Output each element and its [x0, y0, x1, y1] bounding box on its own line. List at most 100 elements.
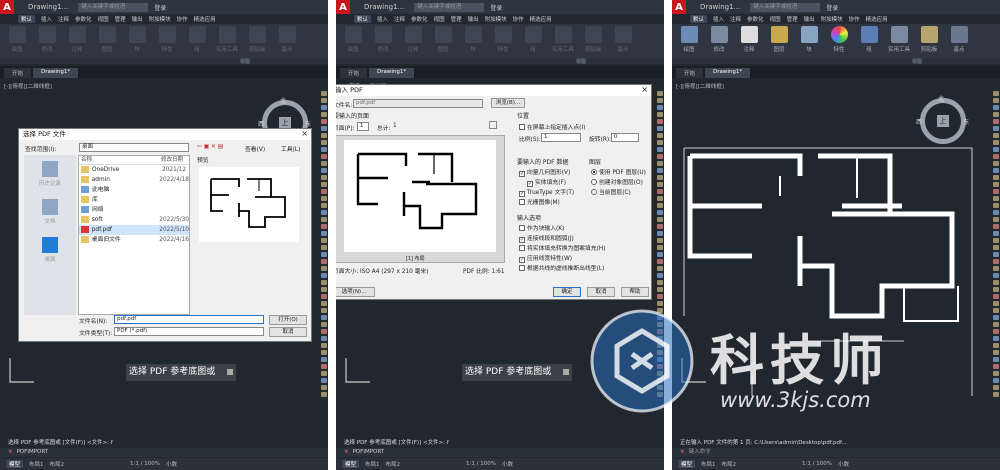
command-line[interactable]: × 键入命令 — [672, 448, 1000, 457]
ribbon-draw[interactable]: 绘图 — [4, 26, 30, 62]
ribbon-clipboard[interactable]: 剪贴板 — [580, 26, 606, 62]
tools-button[interactable]: 工具(L) — [281, 144, 300, 153]
tab-apps[interactable]: 精选应用 — [530, 15, 552, 23]
tab-annotate[interactable]: 注释 — [394, 15, 405, 23]
tab-view[interactable]: 视图 — [434, 15, 445, 23]
tab-collab[interactable]: 协作 — [177, 15, 188, 23]
tab-default[interactable]: 默认 — [18, 15, 36, 23]
solid-fill-checkbox[interactable]: ✓ 实体填充(F) — [527, 177, 566, 187]
ribbon-utilities[interactable]: 实用工具 — [886, 26, 912, 62]
use-pdf-layers-radio[interactable]: 使用 PDF 图层(U) — [591, 167, 646, 176]
close-icon[interactable]: × — [641, 85, 648, 94]
tab-parametric[interactable]: 参数化 — [411, 15, 428, 23]
cancel-button[interactable]: 取消 — [269, 327, 307, 337]
layout2-tab[interactable]: 布局2 — [50, 460, 65, 468]
tab-output[interactable]: 输出 — [132, 15, 143, 23]
ribbon-utilities[interactable]: 实用工具 — [214, 26, 240, 62]
tab-drawing1[interactable]: Drawing1* — [33, 68, 79, 78]
tab-default[interactable]: 默认 — [690, 15, 708, 23]
apply-lineweight-checkbox[interactable]: ✓ 应用线宽特性(W) — [519, 253, 572, 263]
close-icon[interactable]: × — [8, 449, 13, 455]
create-object-layers-radio[interactable]: 创建对象图层(O) — [591, 177, 643, 186]
ribbon-clipboard[interactable]: 剪贴板 — [916, 26, 942, 62]
grid-view-icon[interactable] — [489, 121, 497, 129]
filetype-select[interactable]: PDF (*.pdf) — [114, 327, 264, 336]
list-item[interactable]: soft 2022/5/30 — [79, 215, 189, 225]
ribbon-utilities[interactable]: 实用工具 — [550, 26, 576, 62]
ribbon-properties[interactable]: 特性 — [490, 26, 516, 62]
join-segments-checkbox[interactable]: ✓ 连接线段和圆弧(J) — [519, 233, 574, 243]
ribbon-basepoint[interactable]: 基点 — [946, 26, 972, 62]
tab-annotate[interactable]: 注释 — [58, 15, 69, 23]
layout1-tab[interactable]: 布局1 — [29, 460, 44, 468]
tab-apps[interactable]: 精选应用 — [866, 15, 888, 23]
list-item[interactable]: 网络 — [79, 205, 189, 215]
model-tab[interactable]: 模型 — [678, 460, 696, 468]
model-tab[interactable]: 模型 — [6, 460, 24, 468]
list-item[interactable]: 此电脑 — [79, 185, 189, 195]
views-button[interactable]: 查看(V) — [245, 144, 265, 153]
place-documents[interactable]: 文档 — [30, 199, 70, 225]
list-item[interactable]: OneDrive 2021/12 — [79, 165, 189, 175]
place-desktop[interactable]: 桌面 — [30, 237, 70, 263]
tab-insert[interactable]: 插入 — [377, 15, 388, 23]
layout2-tab[interactable]: 布局2 — [386, 460, 401, 468]
units-readout[interactable]: 小数 — [502, 460, 513, 468]
ribbon-properties[interactable]: 特性 — [826, 26, 852, 62]
tab-default[interactable]: 默认 — [354, 15, 372, 23]
lookin-select[interactable]: 桌面 — [79, 143, 189, 152]
ribbon-clipboard[interactable]: 剪贴板 — [244, 26, 270, 62]
file-list[interactable]: 名称 修改日期 OneDrive 2021/12 admin 2022/4/18 此电… — [78, 155, 190, 315]
autocad-logo-icon[interactable]: A — [336, 0, 350, 14]
list-item[interactable]: 桌面旧文件 2022/4/16 — [79, 235, 189, 245]
autocad-logo-icon[interactable]: A — [672, 0, 686, 14]
model-tab[interactable]: 模型 — [342, 460, 360, 468]
ribbon-groups[interactable]: 组 — [184, 26, 210, 62]
tab-annotate[interactable]: 注释 — [730, 15, 741, 23]
ribbon-layers[interactable]: 图层 — [430, 26, 456, 62]
tab-parametric[interactable]: 参数化 — [75, 15, 92, 23]
ribbon-groups[interactable]: 组 — [520, 26, 546, 62]
tab-addins[interactable]: 附加模块 — [821, 15, 843, 23]
tab-manage[interactable]: 管理 — [787, 15, 798, 23]
units-readout[interactable]: 小数 — [166, 460, 177, 468]
onscreen-checkbox[interactable]: 在屏幕上指定插入点(I) — [519, 122, 585, 131]
tab-drawing1[interactable]: Drawing1* — [705, 68, 751, 78]
toolbar-icons[interactable]: ⇦ ▣ ✕ ▤ — [197, 144, 223, 150]
open-button[interactable]: 打开(O) — [269, 315, 307, 325]
filename-input[interactable]: pdf.pdf — [114, 315, 264, 324]
import-as-block-checkbox[interactable]: 作为块输入(K) — [519, 223, 564, 232]
ribbon-layers[interactable]: 图层 — [94, 26, 120, 62]
current-layer-radio[interactable]: 当前图层(C) — [591, 187, 631, 196]
scale-input[interactable]: 1 — [541, 133, 581, 142]
ribbon-basepoint[interactable]: 基点 — [610, 26, 636, 62]
ribbon-modify[interactable]: 修改 — [34, 26, 60, 62]
viewport-label[interactable]: [-][俯视][二维线框] — [676, 82, 724, 90]
ribbon-layers[interactable]: 图层 — [766, 26, 792, 62]
ribbon-groups[interactable]: 组 — [856, 26, 882, 62]
close-icon[interactable]: × — [680, 449, 685, 455]
layout1-tab[interactable]: 布局1 — [701, 460, 716, 468]
rotation-select[interactable]: 0 — [611, 133, 639, 142]
ribbon-block[interactable]: 块 — [796, 26, 822, 62]
tab-output[interactable]: 输出 — [804, 15, 815, 23]
ribbon-basepoint[interactable]: 基点 — [274, 26, 300, 62]
scale-readout[interactable]: 1:1 / 100% — [802, 461, 832, 467]
list-item[interactable]: admin 2022/4/18 — [79, 175, 189, 185]
login-button[interactable]: 登录 — [490, 3, 502, 12]
ribbon-draw[interactable]: 绘图 — [340, 26, 366, 62]
ribbon-draw[interactable]: 绘图 — [676, 26, 702, 62]
infer-linetypes-checkbox[interactable]: 根据共线的虚线推断出线型(L) — [519, 263, 604, 272]
ribbon-modify[interactable]: 修改 — [706, 26, 732, 62]
command-line[interactable]: × PDFIMPORT — [0, 448, 328, 457]
tab-parametric[interactable]: 参数化 — [747, 15, 764, 23]
search-input[interactable]: 键入关键字或短语 — [414, 2, 485, 12]
scale-readout[interactable]: 1:1 / 100% — [466, 461, 496, 467]
ribbon-modify[interactable]: 修改 — [370, 26, 396, 62]
command-line[interactable]: × PDFIMPORT — [336, 448, 664, 457]
options-button[interactable]: 选项(N)... — [336, 287, 375, 297]
search-input[interactable]: 键入关键字或短语 — [750, 2, 821, 12]
page-input[interactable]: 1 — [357, 122, 369, 131]
ribbon-properties[interactable]: 特性 — [154, 26, 180, 62]
list-item-selected[interactable]: pdf.pdf 2022/5/10 — [79, 225, 189, 235]
